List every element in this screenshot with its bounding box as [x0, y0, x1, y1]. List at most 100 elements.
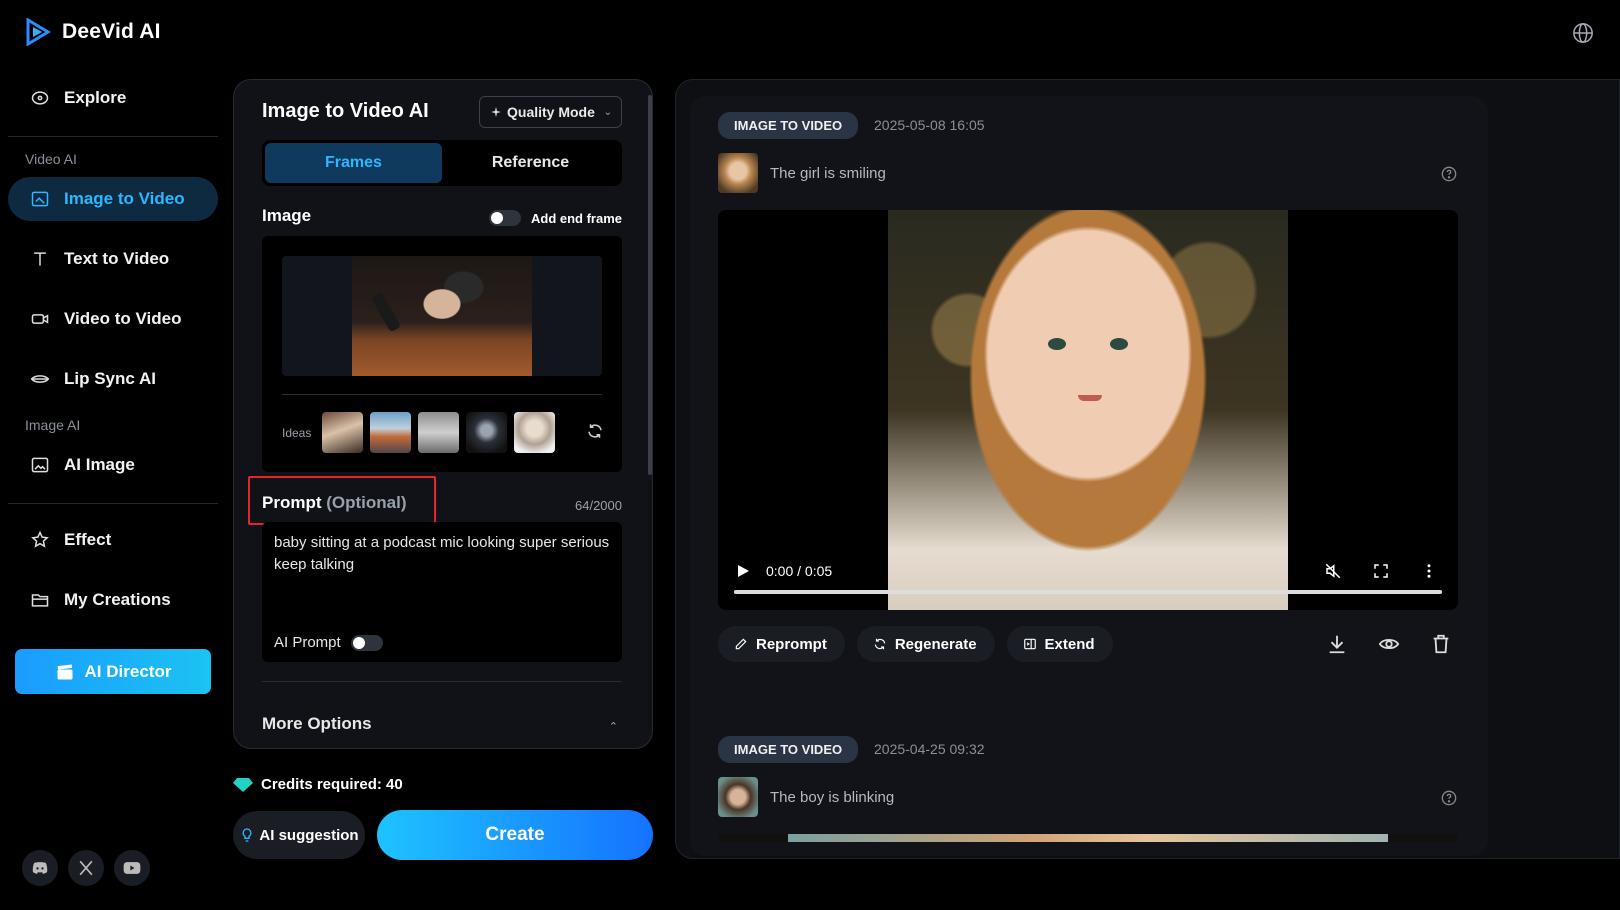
divider — [282, 394, 602, 395]
diamond-icon — [233, 777, 253, 792]
video-camera-icon — [31, 314, 49, 324]
fullscreen-icon[interactable] — [1372, 562, 1390, 580]
play-icon[interactable] — [736, 564, 750, 578]
prompt-input[interactable]: baby sitting at a podcast mic looking su… — [262, 522, 622, 662]
image-upload-area[interactable]: Ideas — [262, 236, 622, 472]
sidebar-item-label: My Creations — [64, 590, 171, 609]
credits-text: Credits required: 40 — [261, 776, 403, 793]
sidebar-item-explore[interactable]: Explore — [8, 76, 218, 120]
sidebar-item-my-creations[interactable]: My Creations — [8, 578, 218, 622]
pencil-icon — [735, 638, 747, 650]
result-date: 2025-04-25 09:32 — [874, 741, 985, 757]
text-icon — [34, 252, 46, 266]
regenerate-button[interactable]: Regenerate — [856, 626, 995, 662]
sparkle-icon — [491, 107, 501, 117]
image-icon — [31, 457, 49, 473]
idea-thumbnail[interactable] — [514, 412, 556, 453]
sidebar-item-label: Text to Video — [64, 249, 170, 268]
sidebar-item-label: Image to Video — [64, 189, 185, 208]
idea-thumbnail[interactable] — [418, 412, 460, 453]
help-icon[interactable] — [1441, 166, 1457, 182]
divider — [8, 136, 218, 137]
extend-button[interactable]: Extend — [1006, 626, 1113, 662]
youtube-button[interactable] — [114, 850, 150, 886]
star-icon — [31, 530, 49, 548]
ai-director-label: AI Director — [84, 661, 172, 681]
result-date: 2025-05-08 16:05 — [874, 117, 985, 133]
panel-scrollbar[interactable] — [648, 95, 652, 475]
sidebar-item-label: Effect — [64, 530, 112, 549]
chevron-up-icon[interactable]: ⌃ — [609, 720, 618, 733]
video-progress-bar[interactable] — [734, 590, 1442, 594]
lips-icon — [30, 375, 50, 383]
prompt-label-text: Prompt — [262, 493, 322, 512]
sidebar: Explore Video AI Image to Video Text to … — [8, 76, 218, 638]
x-button[interactable] — [68, 850, 104, 886]
video-frame — [788, 834, 1388, 842]
ai-prompt-toggle[interactable] — [350, 635, 383, 651]
idea-thumbnail[interactable] — [466, 412, 508, 453]
ai-suggestion-button[interactable]: AI suggestion — [233, 811, 365, 859]
idea-thumbnail[interactable] — [370, 412, 412, 453]
add-end-frame-control: Add end frame — [488, 210, 622, 226]
uploaded-image — [282, 256, 602, 376]
tab-reference[interactable]: Reference — [442, 143, 619, 183]
regenerate-label: Regenerate — [894, 635, 977, 653]
image-icon — [31, 191, 49, 207]
sidebar-item-lip-sync[interactable]: Lip Sync AI — [8, 357, 218, 401]
mute-icon[interactable] — [1324, 562, 1342, 580]
prompt-char-count: 64/2000 — [575, 498, 622, 513]
video-progress-fill — [734, 590, 1442, 594]
lightbulb-icon — [242, 828, 252, 842]
sidebar-item-text-to-video[interactable]: Text to Video — [8, 237, 218, 281]
sidebar-item-label: Explore — [64, 88, 127, 107]
add-end-frame-toggle[interactable] — [488, 210, 521, 226]
folder-icon — [31, 594, 49, 607]
ai-prompt-label: AI Prompt — [274, 634, 341, 651]
ai-suggestion-label: AI suggestion — [259, 826, 359, 844]
prompt-label: Prompt (Optional) — [262, 493, 407, 513]
result-source-thumbnail[interactable] — [718, 153, 758, 193]
video-player[interactable] — [718, 834, 1458, 842]
result-source-thumbnail[interactable] — [718, 777, 758, 817]
divider — [8, 503, 218, 504]
app-logo[interactable]: DeeVid AI — [24, 18, 161, 46]
sidebar-item-effect[interactable]: Effect — [8, 518, 218, 562]
uploaded-image-preview — [352, 256, 532, 376]
nav-group-image: Image AI — [25, 417, 81, 433]
more-vertical-icon[interactable] — [1420, 562, 1438, 580]
reprompt-button[interactable]: Reprompt — [718, 626, 845, 662]
sidebar-item-label: AI Image — [64, 455, 135, 474]
chevron-down-icon: ⌄ — [603, 106, 612, 118]
sidebar-item-image-to-video[interactable]: Image to Video — [8, 177, 218, 221]
download-icon[interactable] — [1326, 633, 1348, 655]
sidebar-item-video-to-video[interactable]: Video to Video — [8, 297, 218, 341]
more-options-toggle[interactable]: More Options — [262, 714, 372, 734]
sidebar-item-label: Lip Sync AI — [64, 369, 156, 388]
eye-shape — [1110, 338, 1128, 350]
app-name: DeeVid AI — [62, 20, 161, 43]
refresh-icon — [874, 638, 886, 650]
generation-panel: Image to Video AI Quality Mode ⌄ Frames … — [233, 79, 653, 749]
credits-info: Credits required: 40 — [233, 776, 403, 793]
eye-icon[interactable] — [1378, 633, 1400, 655]
logo-icon — [26, 18, 51, 46]
tab-frames[interactable]: Frames — [265, 143, 442, 183]
refresh-icon[interactable] — [586, 422, 604, 440]
microphone-shape — [370, 291, 402, 333]
trash-icon[interactable] — [1430, 633, 1452, 655]
ai-director-button[interactable]: AI Director — [15, 649, 211, 694]
discord-button[interactable] — [22, 850, 58, 886]
globe-icon[interactable] — [1572, 22, 1594, 44]
video-time: 0:00 / 0:05 — [766, 563, 833, 579]
quality-mode-dropdown[interactable]: Quality Mode ⌄ — [479, 96, 622, 128]
sidebar-item-ai-image[interactable]: AI Image — [8, 443, 218, 487]
social-links — [22, 850, 150, 886]
prompt-text: baby sitting at a podcast mic looking su… — [274, 534, 610, 573]
panel-title: Image to Video AI — [262, 100, 429, 122]
idea-thumbnail[interactable] — [322, 412, 364, 453]
video-player[interactable]: 0:00 / 0:05 — [718, 210, 1458, 610]
create-button[interactable]: Create — [377, 810, 653, 860]
mode-tabs: Frames Reference — [262, 140, 622, 186]
help-icon[interactable] — [1441, 790, 1457, 806]
